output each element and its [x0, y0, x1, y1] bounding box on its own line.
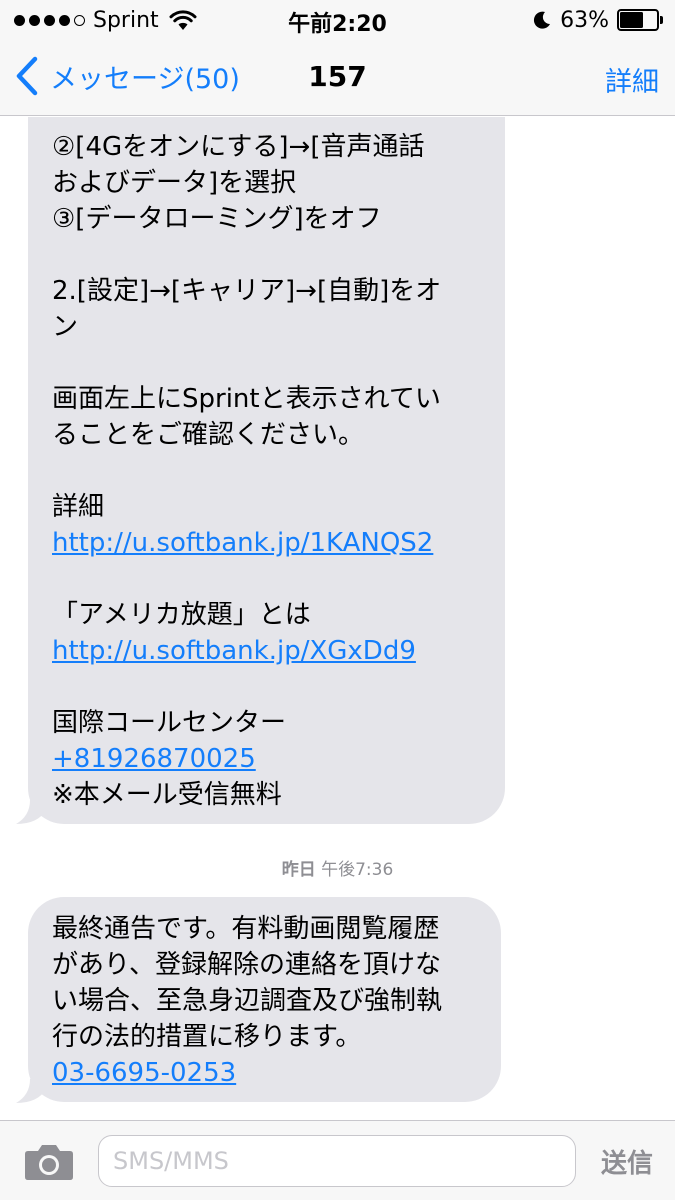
message-line: ン: [52, 312, 79, 342]
message-thread[interactable]: ②[4Gをオンにする]→[音声通話 およびデータ]を選択 ③[データローミング]…: [0, 117, 675, 1119]
bubble-tail: [16, 1079, 46, 1103]
message-line: 最終通告です。有料動画閲覧履歴: [52, 914, 440, 944]
message-line: 国際コールセンター: [52, 708, 287, 738]
back-button-label: メッセージ(50): [50, 63, 240, 95]
message-line: 2.[設定]→[キャリア]→[自動]をオ: [52, 276, 442, 306]
message-text: ②[4Gをオンにする]→[音声通話 およびデータ]を選択 ③[データローミング]…: [52, 117, 481, 813]
softbank-details-link[interactable]: http://u.softbank.jp/1KANQS2: [52, 528, 433, 558]
message-bubble-received[interactable]: 最終通告です。有料動画閲覧履歴 があり、登録解除の連絡を頂けな い場合、至急身辺…: [28, 897, 501, 1102]
wifi-icon: [169, 10, 197, 30]
signal-dot: [14, 14, 25, 26]
timestamp-day: 昨日: [281, 860, 316, 880]
carrier-name: Sprint: [93, 7, 159, 33]
message-line: 行の法的措置に移ります。: [52, 1022, 362, 1052]
battery-cap: [660, 16, 663, 24]
message-line: およびデータ]を選択: [52, 168, 297, 198]
navigation-bar: メッセージ(50) 157 詳細: [0, 40, 675, 116]
signal-dot-empty: [74, 14, 85, 26]
status-left: Sprint: [14, 6, 197, 34]
sms-input[interactable]: [98, 1135, 576, 1187]
back-button[interactable]: メッセージ(50): [14, 54, 240, 98]
message-line: ②[4Gをオンにする]→[音声通話: [52, 132, 425, 162]
message-line: ることをご確認ください。: [52, 420, 365, 450]
status-right: 63%: [532, 6, 663, 34]
do-not-disturb-moon-icon: [534, 11, 551, 29]
timestamp-time: 午後7:36: [321, 860, 394, 880]
battery-fill: [620, 12, 643, 28]
bubble-tail: [16, 800, 46, 824]
message-line: ※本メール受信無料: [52, 780, 282, 810]
softbank-america-link[interactable]: http://u.softbank.jp/XGxDd9: [52, 636, 416, 666]
message-timestamp: 昨日 午後7:36: [0, 855, 675, 880]
send-button[interactable]: 送信: [601, 1143, 653, 1180]
message-line: 「アメリカ放題」とは: [52, 600, 311, 630]
signal-dot: [44, 14, 55, 26]
message-line: ③[データローミング]をオフ: [52, 204, 382, 234]
status-bar: Sprint 午前2:20 63%: [0, 0, 675, 40]
message-input-bar: 送信: [0, 1120, 675, 1200]
message-text: 最終通告です。有料動画閲覧履歴 があり、登録解除の連絡を頂けな い場合、至急身辺…: [52, 897, 477, 1091]
message-line: い場合、至急身辺調査及び強制執: [52, 986, 443, 1016]
battery-icon: [617, 9, 663, 31]
signal-dot: [59, 14, 70, 26]
details-button[interactable]: 詳細: [605, 60, 659, 99]
signal-strength-icon: [14, 14, 85, 26]
signal-dot: [29, 14, 40, 26]
camera-icon[interactable]: [24, 1143, 74, 1181]
chevron-left-icon: [16, 56, 38, 96]
message-line: があり、登録解除の連絡を頂けな: [52, 950, 441, 980]
message-line: 画面左上にSprintと表示されてい: [52, 384, 441, 414]
message-line: 詳細: [52, 492, 105, 522]
battery-percentage: 63%: [560, 7, 609, 33]
phone-number-link[interactable]: 03-6695-0253: [52, 1058, 236, 1088]
message-bubble-received[interactable]: ②[4Gをオンにする]→[音声通話 およびデータ]を選択 ③[データローミング]…: [28, 117, 505, 824]
call-center-phone-link[interactable]: +81926870025: [52, 744, 256, 774]
